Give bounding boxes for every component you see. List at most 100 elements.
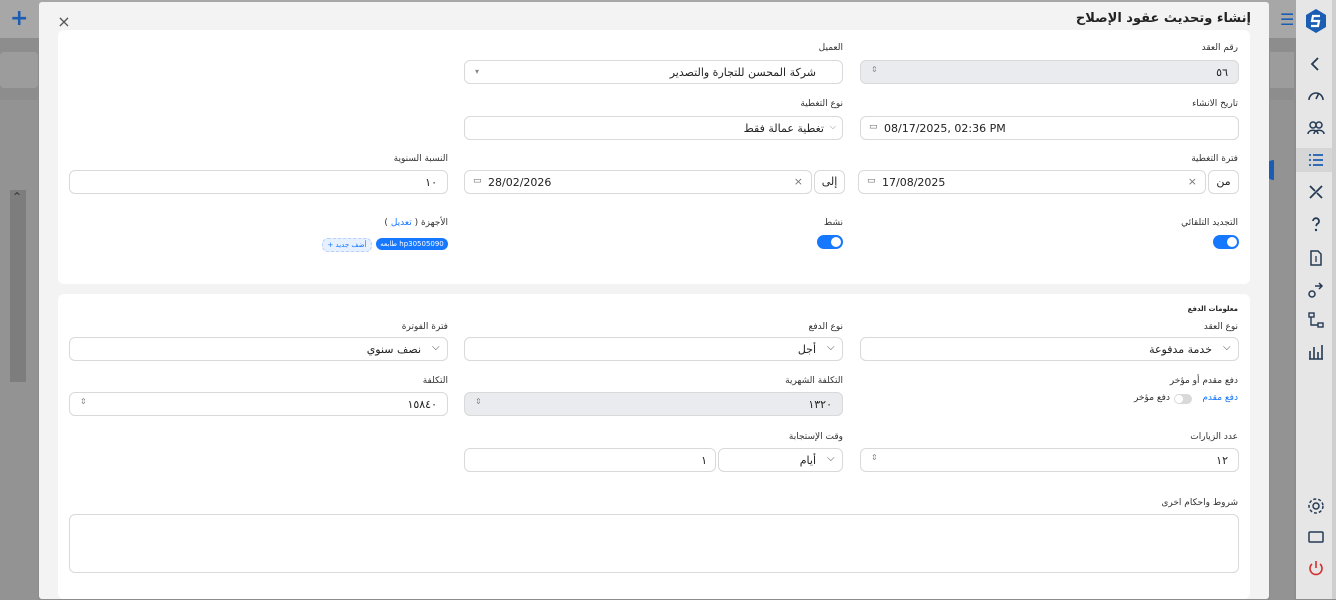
devices-label-close: ) <box>384 218 388 228</box>
menu-icon[interactable]: ☰ <box>1280 10 1294 29</box>
coverage-period-label: فترة التغطية <box>1191 154 1238 164</box>
payment-card: معلومات الدفع نوع العقد ⌵ خدمة مدفوعة نو… <box>58 294 1250 599</box>
annual-rate-input[interactable]: ١٠ <box>69 170 448 194</box>
chevron-down-icon: ⌵ <box>829 122 836 131</box>
monthly-cost-label: التكلفة الشهرية <box>785 376 843 386</box>
users-icon[interactable] <box>1306 118 1326 138</box>
contract-no-field: ⇕ ٥٦ <box>860 60 1239 84</box>
contract-modal: إنشاء وتحديث عقود الإصلاح × رقم العقد ⇕ … <box>39 2 1269 599</box>
invoice-period-label: فترة الفوترة <box>401 322 448 332</box>
response-unit-value: أيام <box>799 454 816 467</box>
devices-label-text: الأجهزة ( <box>414 218 448 228</box>
annual-rate-value: ١٠ <box>425 176 437 189</box>
cost-value: ١٥٨٤٠ <box>407 398 437 411</box>
invoice-period-select[interactable]: ⌵ نصف سنوي <box>69 337 448 361</box>
dashboard-icon[interactable] <box>1306 86 1326 106</box>
list-icon[interactable] <box>1306 150 1326 170</box>
contract-no-label: رقم العقد <box>1201 43 1238 53</box>
payment-type-value: أجل <box>797 343 816 356</box>
modal-title: إنشاء وتحديث عقود الإصلاح <box>1075 11 1251 26</box>
active-label: نشط <box>823 218 843 228</box>
background-card <box>0 52 38 88</box>
prepay-option[interactable]: دفع مقدم <box>1202 393 1238 403</box>
window-icon[interactable] <box>1306 527 1326 547</box>
chevron-left-icon[interactable] <box>1306 54 1326 74</box>
chevron-down-icon: ⌵ <box>1223 342 1231 353</box>
chevron-up-icon[interactable]: ⌃ <box>12 190 22 204</box>
caret-down-icon: ▾ <box>475 67 480 76</box>
chevron-down-icon: ⌵ <box>827 342 835 353</box>
coverage-type-label: نوع التغطية <box>800 99 843 109</box>
monthly-cost-value: ١٣٢٠ <box>808 398 832 411</box>
logo-icon <box>1306 9 1326 33</box>
background-card <box>1270 52 1294 88</box>
background-scrollbar[interactable] <box>10 190 26 382</box>
response-unit-select[interactable]: ⌵ أيام <box>718 448 843 472</box>
power-icon[interactable] <box>1306 558 1326 578</box>
calendar-icon: ▭ <box>473 176 482 186</box>
tools-icon[interactable] <box>1306 182 1326 202</box>
visits-value: ١٢ <box>1216 454 1228 467</box>
payment-type-select[interactable]: ⌵ أجل <box>464 337 843 361</box>
settings-icon[interactable] <box>1306 496 1326 516</box>
clear-icon[interactable]: × <box>1188 175 1197 188</box>
active-toggle[interactable] <box>817 235 843 249</box>
to-addon: إلى <box>814 170 845 194</box>
prepay-postpay-label: دفع مقدم أو مؤخر <box>1169 376 1238 386</box>
chevron-down-icon: ⌵ <box>432 342 440 353</box>
created-at-field[interactable]: ▭ 08/17/2025, 02:36 PM <box>860 116 1239 140</box>
cost-input[interactable]: ⇕ ١٥٨٤٠ <box>69 392 448 416</box>
reports-icon[interactable] <box>1306 342 1326 362</box>
coverage-type-select[interactable]: ⌵ تغطية عمالة فقط <box>464 116 843 140</box>
response-time-input[interactable]: ١ <box>464 448 716 472</box>
payment-type-label: نوع الدفع <box>808 322 843 332</box>
client-label: العميل <box>818 43 843 53</box>
sidebar-rail <box>1296 0 1336 599</box>
auto-renew-label: التجديد التلقائي <box>1181 218 1238 228</box>
devices-label: الأجهزة ( تعديل ) <box>384 218 448 228</box>
hierarchy-icon[interactable] <box>1306 310 1326 330</box>
auto-renew-toggle[interactable] <box>1213 235 1239 249</box>
help-icon[interactable] <box>1306 214 1326 234</box>
cost-label: التكلفة <box>422 376 448 386</box>
calendar-icon: ▭ <box>869 122 878 132</box>
coverage-type-value: تغطية عمالة فقط <box>743 122 824 135</box>
add-icon[interactable]: + <box>10 8 28 30</box>
visits-label: عدد الزيارات <box>1190 432 1238 442</box>
monthly-cost-field: ⇕ ١٣٢٠ <box>464 392 843 416</box>
coverage-from-date[interactable]: ▭ 17/08/2025 × <box>858 170 1206 194</box>
close-button[interactable]: × <box>57 14 71 30</box>
clear-icon[interactable]: × <box>794 175 803 188</box>
stepper-icon[interactable]: ⇕ <box>871 453 878 462</box>
payment-section-title: معلومات الدفع <box>1187 305 1238 313</box>
terms-label: شروط واحكام اخرى <box>1161 498 1238 508</box>
postpay-option[interactable]: دفع مؤخر <box>1134 393 1170 403</box>
contract-no-value: ٥٦ <box>1216 66 1228 79</box>
transfer-icon[interactable] <box>1306 280 1326 300</box>
coverage-to-date[interactable]: ▭ 28/02/2026 × <box>464 170 812 194</box>
coverage-from-value: 17/08/2025 <box>882 176 946 189</box>
add-device-button[interactable]: + أضف جديد <box>322 238 372 252</box>
device-tag[interactable]: طابعه hp30505090 <box>376 238 448 250</box>
created-at-value: 08/17/2025, 02:36 PM <box>884 122 1006 135</box>
stepper-icon: ⇕ <box>475 397 482 406</box>
client-select[interactable]: ▾ شركة المحسن للتجارة والتصدير <box>464 60 843 84</box>
contract-type-select[interactable]: ⌵ خدمة مدفوعة <box>860 337 1239 361</box>
invoice-period-value: نصف سنوي <box>366 343 421 356</box>
contract-info-card: رقم العقد ⇕ ٥٦ العميل ▾ شركة المحسن للتج… <box>58 30 1250 284</box>
created-at-label: تاريخ الانشاء <box>1192 99 1238 109</box>
visits-input[interactable]: ⇕ ١٢ <box>860 448 1239 472</box>
modal-header: إنشاء وتحديث عقود الإصلاح × <box>39 2 1269 32</box>
edit-devices-link[interactable]: تعديل <box>391 218 412 228</box>
terms-textarea[interactable] <box>69 514 1239 573</box>
stepper-icon: ⇕ <box>871 65 878 74</box>
contract-type-value: خدمة مدفوعة <box>1149 343 1212 356</box>
from-addon: من <box>1208 170 1239 194</box>
contract-type-label: نوع العقد <box>1203 322 1238 332</box>
document-dollar-icon[interactable] <box>1306 248 1326 268</box>
client-value: شركة المحسن للتجارة والتصدير <box>669 66 816 79</box>
prepay-postpay-toggle[interactable] <box>1174 394 1192 404</box>
stepper-icon[interactable]: ⇕ <box>80 397 87 406</box>
page-scrollbar[interactable] <box>1332 0 1336 599</box>
coverage-to-value: 28/02/2026 <box>488 176 552 189</box>
